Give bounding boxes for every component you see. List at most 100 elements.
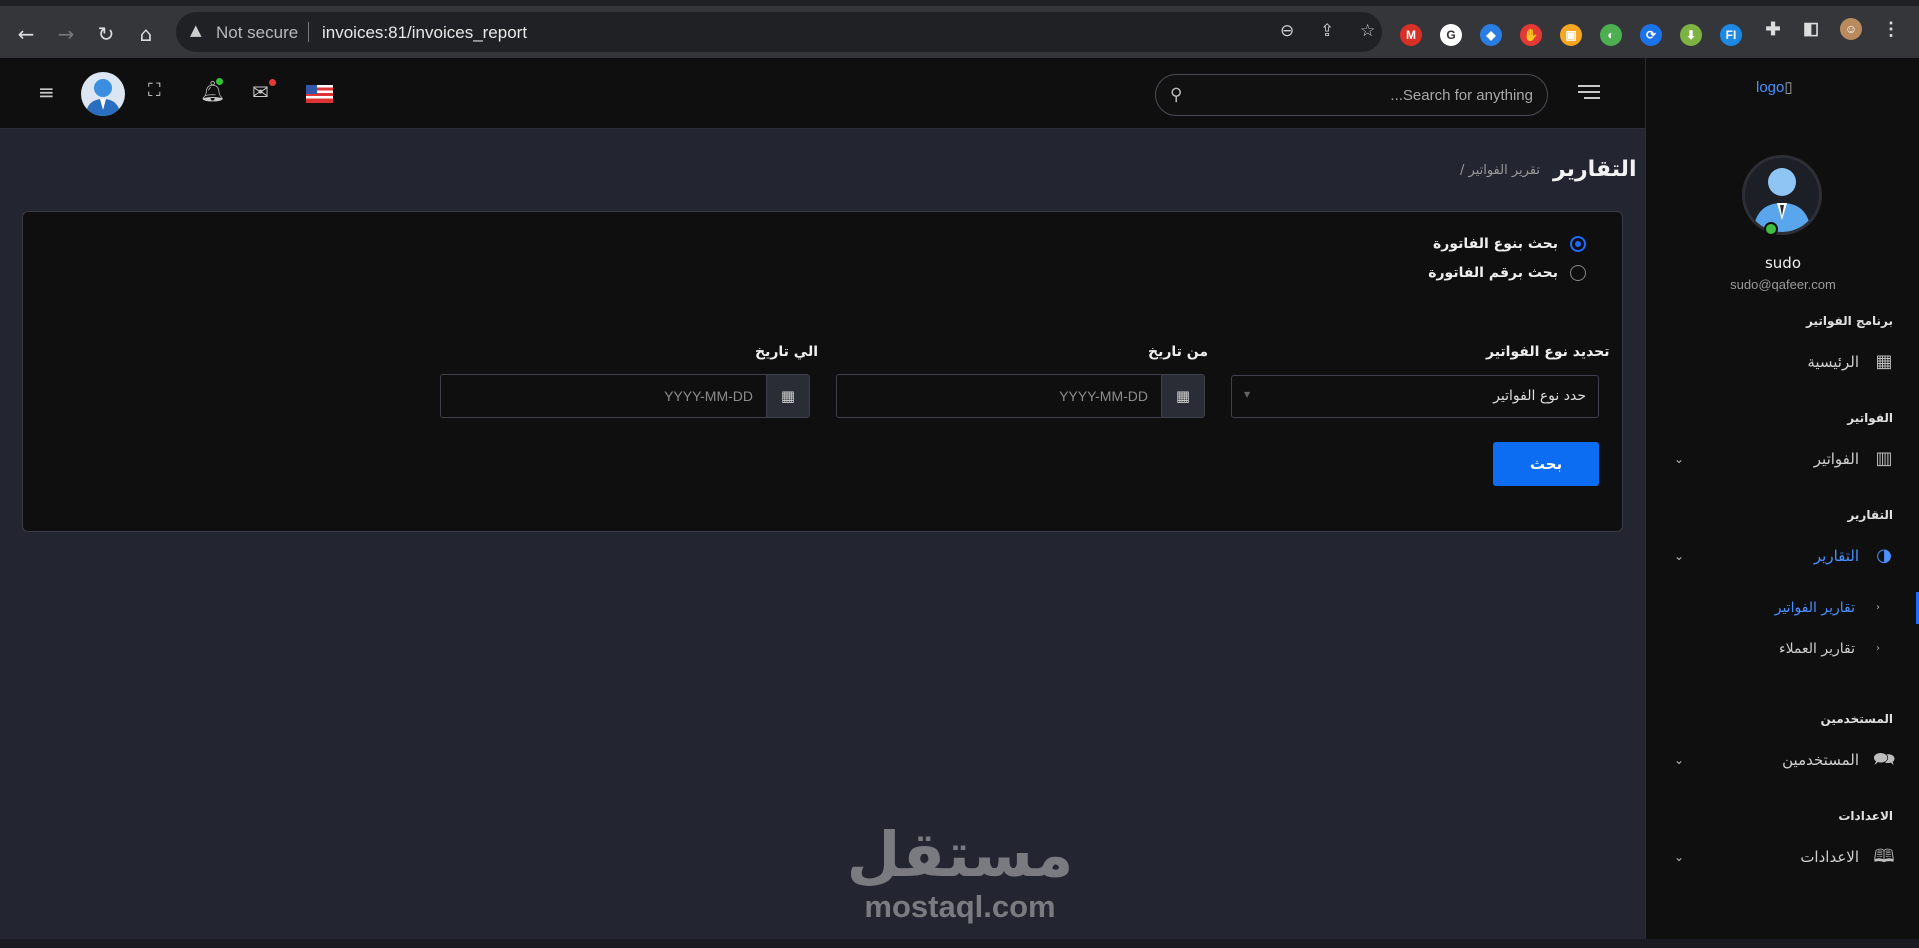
sidebar-item-home[interactable]: الرئيسية ▦ — [1807, 350, 1895, 374]
fi-ext-icon[interactable]: FI — [1720, 24, 1742, 46]
m-ext-icon[interactable]: M — [1400, 24, 1422, 46]
user-email: sudo@qafeer.com — [1730, 277, 1836, 292]
sidebar-item-settings[interactable]: الاعدادات 🕮︎ — [1800, 845, 1895, 869]
invoice-type-label: تحديد نوع الفواتير — [1486, 344, 1610, 360]
browser-toolbar: ← → ↻ ⌂ ▲ Not secure invoices:81/invoice… — [0, 0, 1919, 58]
chevron-down-icon[interactable]: ⌄ — [1674, 549, 1684, 563]
sidebar-item-label: التقارير — [1813, 547, 1859, 565]
logo[interactable]: logo▯ — [1756, 78, 1793, 96]
select-value: حدد نوع الفواتير — [1493, 388, 1586, 404]
chevron-down-icon[interactable]: ⌄ — [1674, 753, 1684, 767]
fullscreen-icon[interactable]: ⛶ — [148, 80, 161, 101]
watermark-latin: mostaql.com — [864, 889, 1056, 924]
address-separator — [308, 22, 309, 42]
box-ext-icon[interactable]: ▣ — [1560, 24, 1582, 46]
radio-search-by-type[interactable]: بحث بنوع الفاتورة — [1433, 236, 1586, 252]
header-avatar[interactable] — [81, 72, 125, 116]
g-ext-icon[interactable]: G — [1440, 24, 1462, 46]
share-icon[interactable]: ⇪ — [1320, 21, 1334, 41]
from-date-input[interactable] — [837, 375, 1162, 417]
user-name: sudo — [1764, 254, 1802, 272]
address-bar[interactable]: ▲ Not secure invoices:81/invoices_report… — [176, 12, 1382, 52]
report-filter-card: بحث بنوع الفاتورة بحث برقم الفاتورة — [22, 211, 1623, 532]
hamburger-icon[interactable]: ≡ — [38, 80, 55, 104]
calendar-icon[interactable]: ▦ — [766, 375, 809, 417]
section-invoices: الفواتير — [1847, 411, 1893, 425]
sidebar-subitem-invoice-reports[interactable]: تقارير الفواتير — [1775, 600, 1855, 616]
online-status-dot — [1764, 222, 1778, 236]
zoom-icon[interactable]: ⊖ — [1280, 21, 1294, 41]
radio-label: بحث برقم الفاتورة — [1428, 265, 1558, 281]
notification-dot — [216, 78, 223, 85]
sidebar-subitem-customer-reports[interactable]: تقارير العملاء — [1779, 641, 1855, 657]
warning-icon: ▲ — [190, 21, 202, 39]
url-text[interactable]: invoices:81/invoices_report — [322, 23, 527, 43]
radio-search-by-number[interactable]: بحث برقم الفاتورة — [1428, 265, 1586, 281]
search-input[interactable] — [1198, 75, 1533, 115]
sidebar-avatar — [1742, 155, 1822, 235]
sidebar: logo▯ sudo sudo@qafeer.com برنامج الفوات… — [1645, 58, 1919, 948]
sidebar-item-label: الفواتير — [1813, 450, 1859, 468]
watermark-arabic: مستقل — [846, 818, 1074, 891]
bottom-scrollbar — [0, 939, 1919, 948]
page-title: التقارير — [1553, 157, 1637, 182]
breadcrumb[interactable]: / تقرير الفواتير — [1460, 163, 1540, 178]
back-icon[interactable]: ← — [12, 20, 40, 48]
section-invoices-program: برنامج الفواتير — [1806, 314, 1893, 328]
invoice-type-select[interactable]: حدد نوع الفواتير ▼ — [1231, 375, 1599, 418]
reload-icon[interactable]: ↻ — [92, 20, 120, 48]
stop-ext-icon[interactable]: ✋ — [1520, 24, 1542, 46]
home-icon[interactable]: ⌂ — [132, 20, 160, 48]
header-search: ⚲ — [1155, 74, 1548, 116]
sidebar-item-label: الاعدادات — [1800, 848, 1859, 866]
sidebar-item-label: الرئيسية — [1807, 353, 1859, 371]
chat-icon: 🗪︎ — [1873, 749, 1896, 770]
calendar-icon[interactable]: ▦ — [1161, 375, 1204, 417]
chevron-right-icon: › — [1876, 602, 1880, 613]
search-icon: ⚲ — [1170, 85, 1183, 105]
sidebar-item-users[interactable]: المستخدمين 🗪︎ — [1782, 748, 1895, 772]
forward-icon[interactable]: → — [52, 20, 80, 48]
mail-dot — [269, 79, 276, 86]
extensions-puzzle-icon[interactable]: ✚ — [1762, 18, 1784, 40]
sidebar-item-label: المستخدمين — [1782, 751, 1859, 769]
logo-text: logo — [1756, 79, 1785, 96]
from-date-group: ▦ — [836, 374, 1205, 418]
sidebar-item-reports[interactable]: التقارير ◑ — [1814, 544, 1895, 568]
download-ext-icon[interactable]: ⬇ — [1680, 24, 1702, 46]
section-reports: التقارير — [1847, 508, 1893, 522]
radio-label: بحث بنوع الفاتورة — [1433, 236, 1558, 252]
to-date-label: الي تاريخ — [755, 344, 819, 360]
menu-lines-icon[interactable] — [1578, 85, 1600, 101]
book-icon: 🕮︎ — [1873, 846, 1895, 867]
user-avatar-icon — [85, 79, 121, 116]
gem-ext-icon[interactable]: ◆ — [1480, 24, 1502, 46]
pie-chart-icon: ◑ — [1876, 545, 1892, 566]
radio-button-unchecked[interactable] — [1570, 265, 1586, 281]
search-button[interactable]: بحث — [1493, 442, 1599, 486]
to-date-input[interactable] — [441, 375, 767, 417]
bar-chart-icon: ▥ — [1875, 448, 1893, 469]
to-date-group: ▦ — [440, 374, 810, 418]
sidebar-item-invoices[interactable]: الفواتير ▥ — [1814, 447, 1895, 471]
sync-ext-icon[interactable]: ⟳ — [1640, 24, 1662, 46]
chevron-down-icon[interactable]: ⌄ — [1674, 850, 1684, 864]
chevron-right-icon: › — [1876, 643, 1880, 654]
section-settings: الاعدادات — [1838, 809, 1893, 823]
us-flag-icon[interactable] — [306, 85, 333, 103]
side-panel-icon[interactable]: ◧ — [1800, 18, 1822, 40]
chevron-down-icon[interactable]: ⌄ — [1674, 452, 1684, 466]
app-header: ≡ ⛶ 🔔︎ ✉ ⚲ — [0, 58, 1645, 129]
from-date-label: من تاريخ — [1148, 344, 1209, 360]
globe-ext-icon[interactable]: ◐ — [1600, 24, 1622, 46]
profile-avatar-icon[interactable]: ☺ — [1840, 18, 1862, 40]
browser-menu-icon[interactable]: ⋮ — [1880, 18, 1902, 40]
broken-image-icon: ▯ — [1784, 79, 1793, 96]
dashboard-icon: ▦ — [1875, 351, 1893, 372]
bookmark-star-icon[interactable]: ☆ — [1360, 21, 1375, 41]
user-avatar-icon — [1753, 168, 1811, 232]
watermark: مستقل mostaql.com — [840, 820, 1080, 924]
radio-button-checked[interactable] — [1570, 236, 1586, 252]
mail-icon[interactable]: ✉ — [252, 80, 269, 104]
security-label: Not secure — [216, 23, 299, 42]
